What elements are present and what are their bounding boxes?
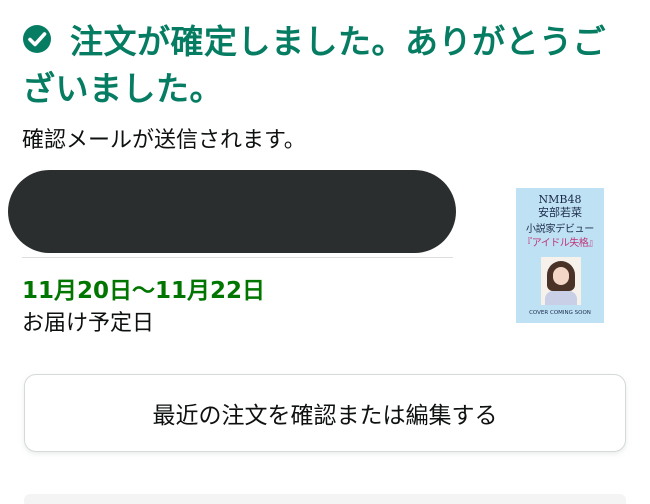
product-image[interactable]: NMB48 安部若菜 小説家デビュー 『アイドル失格』 COVER COMING…: [516, 188, 604, 323]
delivery-date: 11月20日〜11月22日: [22, 278, 266, 304]
cover-line-group: NMB48: [538, 193, 582, 206]
cover-photo: [541, 257, 581, 305]
redacted-shipping-address: [8, 170, 456, 253]
cover-coming-soon: COVER COMING SOON: [529, 310, 591, 316]
cover-line-title: 『アイドル失格』: [522, 238, 598, 249]
cover-line-subtitle: 小説家デビュー: [526, 224, 594, 235]
email-notice: 確認メールが送信されます。: [22, 128, 306, 153]
next-section-edge: [24, 494, 626, 504]
divider: [22, 257, 453, 258]
order-confirmed-heading: 注文が確定しました。ありがとうございました。: [22, 22, 606, 108]
review-edit-orders-button[interactable]: 最近の注文を確認または編集する: [24, 374, 626, 452]
delivery-label: お届け予定日: [22, 311, 155, 336]
cover-line-author: 安部若菜: [538, 206, 582, 219]
